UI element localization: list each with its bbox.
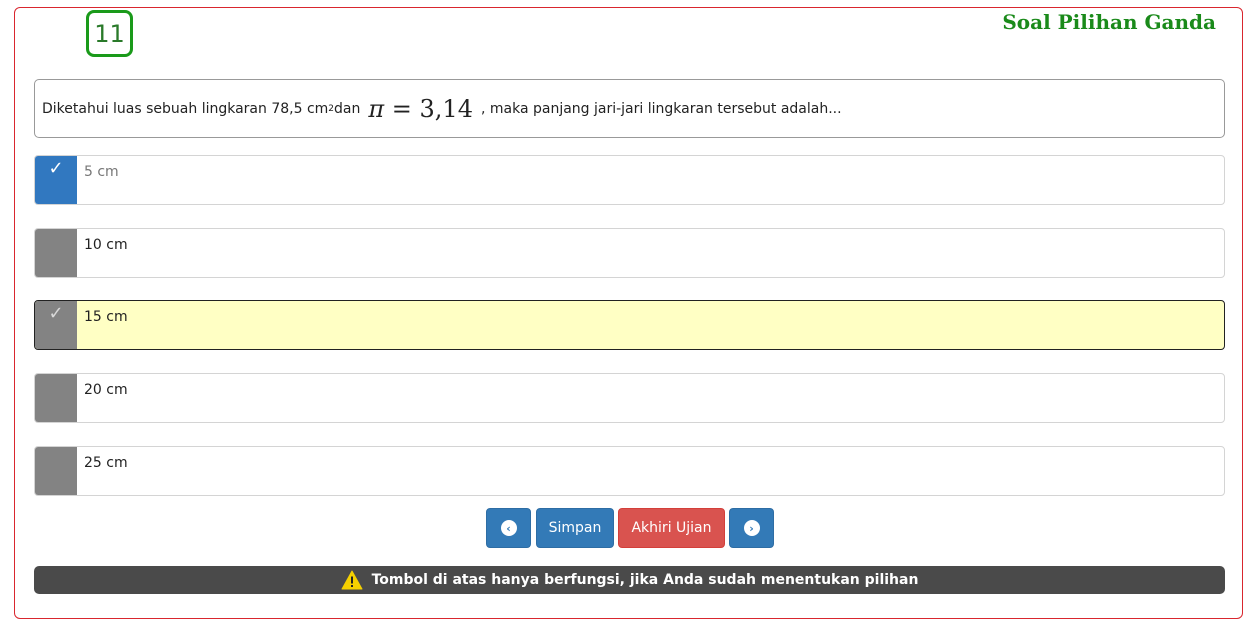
notice-bar: Tombol di atas hanya berfungsi, jika And…	[34, 566, 1225, 594]
end-exam-button-label: Akhiri Ujian	[631, 520, 712, 536]
option-b-label: 10 cm	[84, 237, 128, 253]
save-button-label: Simpan	[548, 520, 602, 536]
previous-button[interactable]: ‹	[486, 508, 531, 548]
question-text: Diketahui luas sebuah lingkaran 78,5 cm 2…	[34, 79, 1225, 138]
question-math: π = 3,14	[368, 95, 473, 123]
check-icon: ✓	[48, 303, 64, 324]
question-text-before: Diketahui luas sebuah lingkaran 78,5 cm	[42, 100, 329, 117]
question-number-badge: 11	[86, 10, 133, 57]
math-rest: = 3,14	[384, 94, 473, 123]
option-b-checkbox[interactable]	[35, 229, 77, 277]
notice-text: Tombol di atas hanya berfungsi, jika And…	[371, 572, 919, 588]
option-a-checkbox[interactable]: ✓	[35, 156, 77, 204]
chevron-right-icon: ›	[743, 520, 760, 536]
option-a[interactable]: ✓ 5 cm	[34, 155, 1225, 205]
option-d-checkbox[interactable]	[35, 374, 77, 422]
warning-icon	[341, 570, 363, 590]
question-text-dan: dan	[334, 100, 361, 117]
option-a-label: 5 cm	[84, 164, 119, 180]
option-b[interactable]: 10 cm	[34, 228, 1225, 278]
option-d-label: 20 cm	[84, 382, 128, 398]
option-e-label: 25 cm	[84, 455, 128, 471]
check-icon: ✓	[48, 158, 64, 179]
page-title: Soal Pilihan Ganda	[1002, 10, 1216, 34]
option-c[interactable]: ✓ 15 cm	[34, 300, 1225, 350]
option-d[interactable]: 20 cm	[34, 373, 1225, 423]
option-e[interactable]: 25 cm	[34, 446, 1225, 496]
chevron-left-icon: ‹	[500, 520, 517, 536]
option-e-checkbox[interactable]	[35, 447, 77, 495]
save-button[interactable]: Simpan	[536, 508, 614, 548]
question-text-after: , maka panjang jari-jari lingkaran terse…	[480, 100, 842, 117]
option-c-checkbox[interactable]: ✓	[35, 301, 77, 349]
math-pi: π	[368, 94, 385, 123]
next-button[interactable]: ›	[729, 508, 774, 548]
option-c-label: 15 cm	[84, 309, 128, 325]
end-exam-button[interactable]: Akhiri Ujian	[618, 508, 725, 548]
